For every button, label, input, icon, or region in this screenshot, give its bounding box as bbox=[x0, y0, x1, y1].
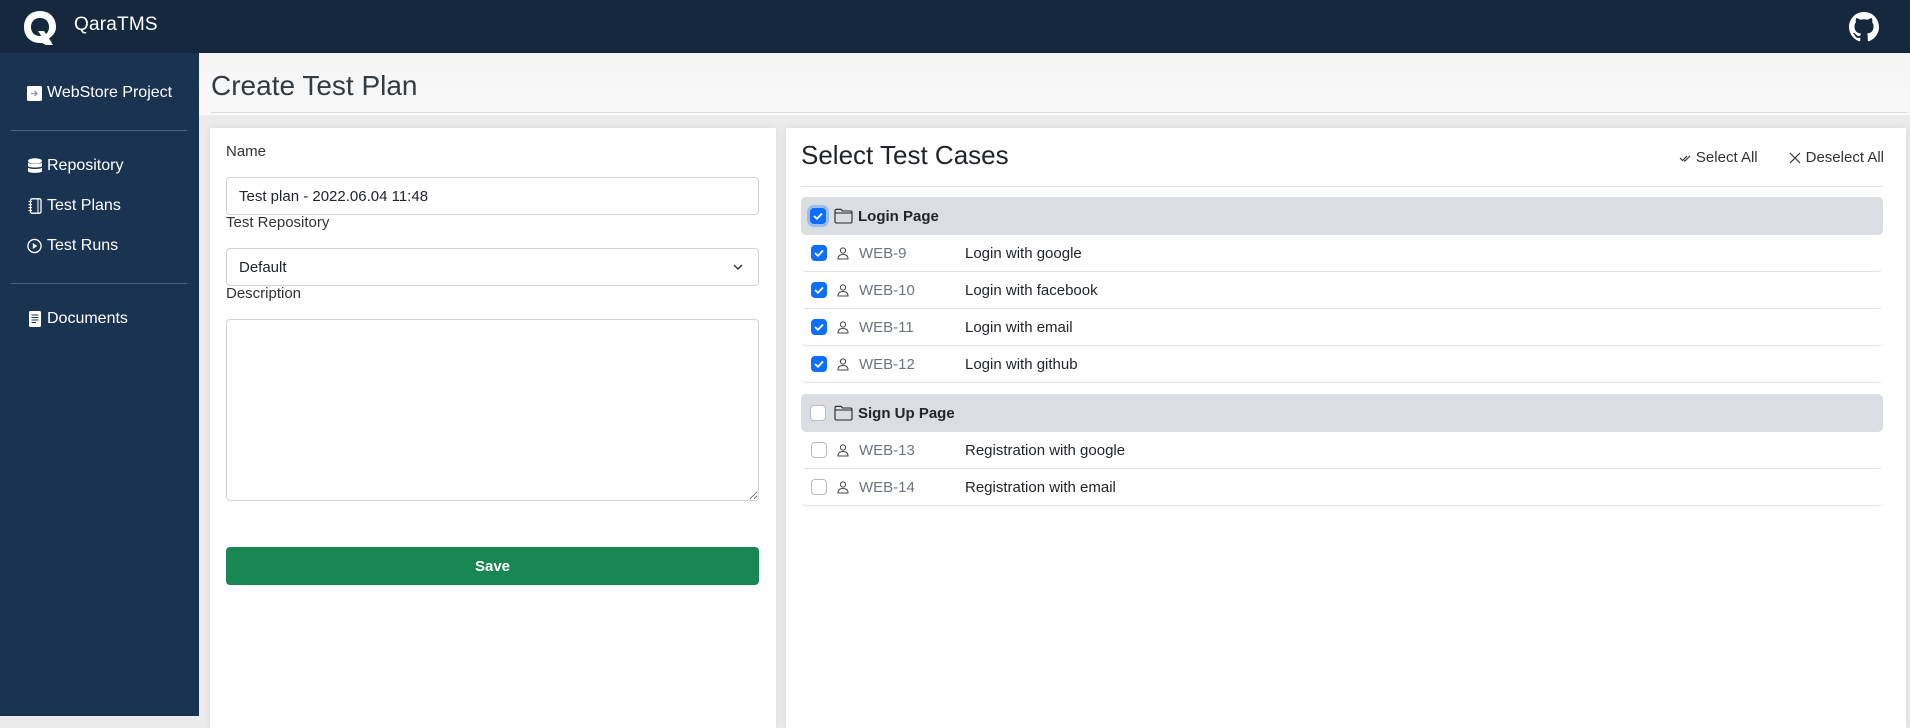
sidebar-item-label: WebStore Project bbox=[47, 84, 173, 101]
repository-select[interactable]: Default bbox=[226, 248, 759, 286]
sidebar-item-project[interactable]: WebStore Project bbox=[27, 81, 172, 105]
case-checkbox[interactable] bbox=[811, 245, 827, 261]
case-title: Login with github bbox=[965, 355, 1078, 373]
case-key: WEB-9 bbox=[859, 244, 907, 262]
person-icon bbox=[837, 283, 849, 296]
case-title: Login with facebook bbox=[965, 281, 1098, 299]
notebook-icon bbox=[27, 198, 42, 215]
brand-name[interactable]: QaraTMS bbox=[74, 14, 158, 36]
case-checkbox[interactable] bbox=[811, 319, 827, 335]
case-checkbox[interactable] bbox=[811, 479, 827, 495]
suite-checkbox[interactable] bbox=[810, 405, 826, 421]
page-title: Create Test Plan bbox=[211, 70, 418, 101]
close-icon bbox=[1789, 152, 1801, 163]
folder-icon bbox=[834, 208, 853, 224]
sidebar-item-label: Test Plans bbox=[47, 197, 121, 214]
test-case-row[interactable]: WEB-13 Registration with google bbox=[801, 432, 1883, 469]
case-checkbox[interactable] bbox=[811, 356, 827, 372]
name-label: Name bbox=[226, 143, 267, 160]
person-icon bbox=[837, 320, 849, 333]
check-icon bbox=[813, 212, 823, 220]
select-all-button[interactable]: Select All bbox=[1679, 149, 1758, 166]
project-arrow-icon bbox=[27, 85, 42, 102]
sidebar-item-label: Documents bbox=[47, 310, 128, 327]
case-checkbox[interactable] bbox=[811, 282, 827, 298]
chevron-down-icon bbox=[733, 264, 743, 271]
sidebar-item-documents[interactable]: Documents bbox=[27, 307, 128, 331]
sidebar: WebStore Project Repository Test Plans T… bbox=[0, 53, 199, 716]
person-icon bbox=[837, 246, 849, 259]
section-divider bbox=[801, 186, 1883, 187]
suite-name: Sign Up Page bbox=[858, 404, 955, 422]
case-title: Registration with google bbox=[965, 441, 1126, 459]
suite-checkbox[interactable] bbox=[810, 208, 826, 224]
sidebar-item-label: Repository bbox=[47, 157, 124, 174]
main-content: Create Test Plan Name Test Repository De… bbox=[199, 53, 1910, 728]
case-title: Registration with email bbox=[965, 478, 1116, 496]
github-icon[interactable] bbox=[1849, 12, 1879, 42]
check-icon bbox=[814, 323, 824, 331]
case-key: WEB-12 bbox=[859, 355, 915, 373]
sidebar-item-test-plans[interactable]: Test Plans bbox=[27, 194, 121, 218]
case-checkbox[interactable] bbox=[811, 442, 827, 458]
case-title: Login with email bbox=[965, 318, 1073, 336]
sidebar-divider bbox=[11, 283, 187, 284]
database-icon bbox=[27, 158, 42, 175]
case-title: Login with google bbox=[965, 244, 1082, 262]
top-navbar: QaraTMS bbox=[0, 0, 1910, 53]
name-input[interactable] bbox=[226, 177, 759, 215]
sidebar-item-test-runs[interactable]: Test Runs bbox=[27, 234, 118, 258]
sidebar-divider bbox=[11, 130, 187, 131]
person-icon bbox=[837, 443, 849, 456]
test-case-row[interactable]: WEB-14 Registration with email bbox=[801, 469, 1883, 506]
test-case-row[interactable]: WEB-9 Login with google bbox=[801, 235, 1883, 272]
repository-label: Test Repository bbox=[226, 214, 330, 231]
save-button[interactable]: Save bbox=[226, 547, 759, 585]
case-key: WEB-10 bbox=[859, 281, 915, 299]
case-key: WEB-11 bbox=[859, 318, 914, 336]
test-plan-form: Name Test Repository Default Description… bbox=[210, 128, 776, 728]
title-divider bbox=[211, 112, 1908, 113]
check-icon bbox=[814, 360, 824, 368]
deselect-all-label: Deselect All bbox=[1805, 149, 1884, 166]
test-case-selector: Select Test Cases Select All Deselect Al… bbox=[786, 128, 1906, 728]
double-check-icon bbox=[1679, 155, 1691, 162]
suite-header: Sign Up Page bbox=[801, 394, 1883, 432]
repository-selected-value: Default bbox=[239, 258, 287, 276]
test-case-row[interactable]: WEB-11 Login with email bbox=[801, 309, 1883, 346]
suite-header: Login Page bbox=[801, 197, 1883, 235]
document-icon bbox=[27, 311, 42, 328]
person-icon bbox=[837, 480, 849, 493]
sidebar-item-repository[interactable]: Repository bbox=[27, 154, 123, 178]
description-label: Description bbox=[226, 285, 302, 302]
case-key: WEB-13 bbox=[859, 441, 915, 459]
folder-icon bbox=[834, 405, 853, 421]
selection-actions: Select All Deselect All bbox=[1679, 149, 1884, 166]
test-case-row[interactable]: WEB-12 Login with github bbox=[801, 346, 1883, 383]
person-icon bbox=[837, 357, 849, 370]
sidebar-item-label: Test Runs bbox=[47, 237, 119, 254]
select-all-label: Select All bbox=[1695, 149, 1758, 166]
q-logo-icon[interactable] bbox=[22, 9, 58, 45]
case-key: WEB-14 bbox=[859, 478, 915, 496]
deselect-all-button[interactable]: Deselect All bbox=[1788, 149, 1884, 166]
check-icon bbox=[814, 249, 824, 257]
suite-name: Login Page bbox=[858, 207, 939, 225]
check-icon bbox=[814, 286, 824, 294]
page-header bbox=[199, 53, 1910, 115]
description-textarea[interactable] bbox=[226, 319, 759, 501]
play-circle-icon bbox=[27, 238, 42, 255]
test-case-row[interactable]: WEB-10 Login with facebook bbox=[801, 272, 1883, 309]
section-title: Select Test Cases bbox=[801, 140, 1009, 170]
